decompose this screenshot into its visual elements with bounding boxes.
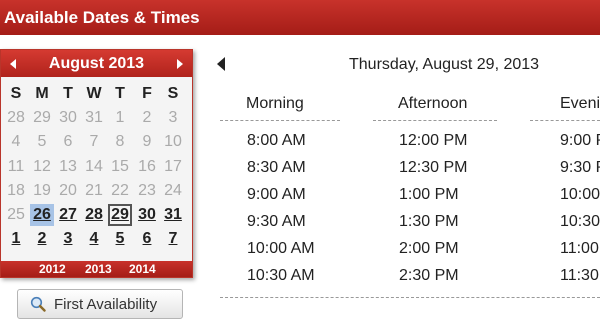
calendar: August 2013 S M T W T F S 28 29 30 31 1 2 3 4 5 6 7 8 9 10 11… <box>0 49 193 278</box>
week-row: 28 29 30 31 1 2 3 <box>1 107 192 131</box>
calendar-day: 11 <box>7 157 25 175</box>
calendar-day: 23 <box>138 181 156 199</box>
available-day[interactable]: 30 <box>135 204 159 226</box>
calendar-day: 25 <box>7 206 25 223</box>
calendar-day: 18 <box>7 181 25 199</box>
weekday-label: T <box>63 85 73 102</box>
time-slot[interactable]: 9:30 AM <box>247 213 306 231</box>
time-slot[interactable]: 10:30 PM <box>560 213 600 231</box>
calendar-day: 28 <box>7 109 25 127</box>
time-slot[interactable]: 10:30 AM <box>247 267 315 285</box>
year-selector: 2012 2013 2014 <box>1 261 192 277</box>
week-row: 1234567 <box>1 228 192 252</box>
available-day[interactable]: 27 <box>56 204 80 226</box>
available-day[interactable]: 4 <box>82 228 106 250</box>
calendar-day: 7 <box>89 133 99 151</box>
time-slot[interactable]: 9:00 PM <box>560 132 600 150</box>
year-link[interactable]: 2013 <box>85 262 112 276</box>
weekday-label: S <box>167 85 179 102</box>
calendar-day: 16 <box>138 157 156 175</box>
week-row: 25 26 27 28 29 30 31 <box>1 204 192 228</box>
selected-date-title: Thursday, August 29, 2013 <box>349 56 540 73</box>
calendar-day: 29 <box>33 109 51 127</box>
week-row: 4 5 6 7 8 9 10 <box>1 131 192 155</box>
calendar-day: 24 <box>164 181 182 199</box>
week-row: 11 12 13 14 15 16 17 <box>1 156 192 180</box>
available-day[interactable]: 7 <box>161 228 185 250</box>
header-bar: Available Dates & Times <box>0 0 600 35</box>
calendar-day: 15 <box>111 157 129 175</box>
calendar-day: 10 <box>164 133 182 151</box>
available-day[interactable]: 31 <box>161 204 185 226</box>
calendar-day: 9 <box>142 133 152 151</box>
page-title: Available Dates & Times <box>4 8 200 27</box>
calendar-day: 21 <box>85 181 103 199</box>
available-day[interactable]: 28 <box>82 204 106 226</box>
column-divider <box>530 120 600 121</box>
calendar-day: 19 <box>33 181 51 199</box>
time-slot[interactable]: 2:30 PM <box>399 267 459 285</box>
time-column-header: Morning <box>246 95 304 112</box>
time-slot[interactable]: 11:00 PM <box>560 240 600 258</box>
calendar-day: 1 <box>115 109 125 127</box>
weekday-label: M <box>35 85 49 102</box>
calendar-day: 3 <box>168 109 178 127</box>
time-slot[interactable]: 8:00 AM <box>247 132 306 150</box>
time-slot[interactable]: 9:30 PM <box>560 159 600 177</box>
weekday-label: T <box>115 85 125 102</box>
previous-day-arrow-icon[interactable] <box>217 57 225 71</box>
time-slot[interactable]: 10:00 AM <box>247 240 315 258</box>
calendar-day: 22 <box>111 181 129 199</box>
available-day[interactable]: 6 <box>135 228 159 250</box>
available-day[interactable]: 2 <box>30 228 54 250</box>
first-availability-label: First Availability <box>54 296 158 313</box>
column-divider <box>220 120 340 121</box>
time-slot[interactable]: 10:00 PM <box>560 186 600 204</box>
week-row: 18 19 20 21 22 23 24 <box>1 180 192 204</box>
bottom-divider <box>220 297 600 298</box>
time-slot[interactable]: 1:30 PM <box>399 213 459 231</box>
available-day[interactable]: 3 <box>56 228 80 250</box>
weekday-row: SMTWTFS <box>1 83 192 107</box>
calendar-day: 20 <box>59 181 77 199</box>
calendar-day: 17 <box>164 157 182 175</box>
next-month-arrow-icon[interactable] <box>177 59 183 69</box>
weekday-label: F <box>142 85 152 102</box>
calendar-day: 6 <box>63 133 73 151</box>
calendar-header: August 2013 <box>1 50 192 77</box>
calendar-day: 31 <box>85 109 103 127</box>
time-slot[interactable]: 9:00 AM <box>247 186 306 204</box>
available-day[interactable]: 5 <box>108 228 132 250</box>
weekday-label: S <box>10 85 22 102</box>
first-availability-button[interactable]: First Availability <box>17 289 183 319</box>
selected-day[interactable]: 29 <box>108 204 132 226</box>
calendar-day: 2 <box>142 109 152 127</box>
time-column-header: Afternoon <box>398 95 468 112</box>
calendar-day: 14 <box>85 157 103 175</box>
calendar-month-label: August 2013 <box>48 55 145 72</box>
year-link[interactable]: 2014 <box>129 262 156 276</box>
time-slot[interactable]: 2:00 PM <box>399 240 459 258</box>
time-slot[interactable]: 12:30 PM <box>399 159 467 177</box>
calendar-day: 30 <box>59 109 77 127</box>
available-day[interactable]: 1 <box>4 228 28 250</box>
calendar-day: 12 <box>33 157 51 175</box>
time-column-header: Evening <box>560 95 600 112</box>
today-day[interactable]: 26 <box>30 204 54 226</box>
weekday-label: W <box>86 85 102 102</box>
time-slot[interactable]: 1:00 PM <box>399 186 459 204</box>
year-link[interactable]: 2012 <box>39 262 66 276</box>
time-slot[interactable]: 12:00 PM <box>399 132 467 150</box>
calendar-day: 4 <box>11 133 21 151</box>
calendar-day: 8 <box>115 133 125 151</box>
calendar-day: 5 <box>37 133 47 151</box>
time-slot[interactable]: 11:30 PM <box>560 267 600 285</box>
calendar-day: 13 <box>59 157 77 175</box>
column-divider <box>373 120 497 121</box>
magnifier-icon <box>30 296 46 312</box>
time-slot[interactable]: 8:30 AM <box>247 159 306 177</box>
